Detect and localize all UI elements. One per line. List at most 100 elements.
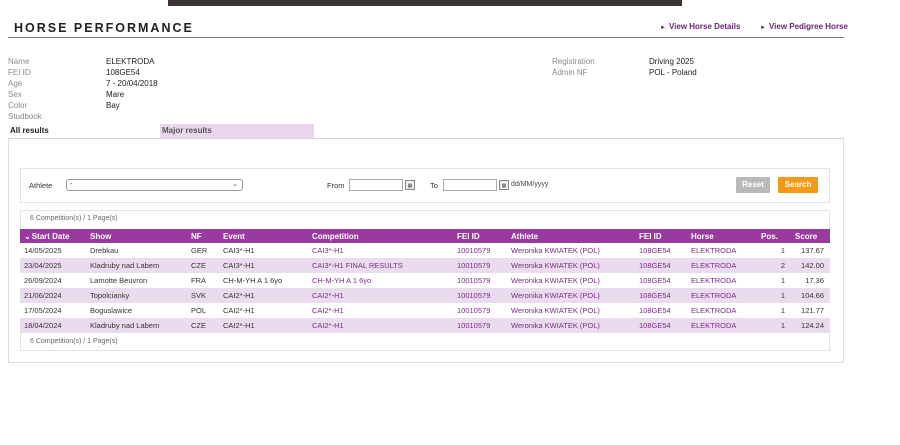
table-cell: SVK xyxy=(187,288,219,303)
table-cell[interactable]: CAI3*-H1 FINAL RESULTS xyxy=(308,258,453,273)
table-cell[interactable]: Weronika KWIATEK (POL) xyxy=(507,303,635,318)
horse-info-labels: Name FEI ID Age Sex Color Studbook xyxy=(8,57,42,121)
table-cell: CAI2*-H1 xyxy=(219,318,308,333)
table-cell[interactable]: Weronika KWIATEK (POL) xyxy=(507,258,635,273)
title-divider xyxy=(8,37,844,38)
table-row: 14/05/2025 Drebkau GER CAI3*-H1 CAI3*-H1 1001… xyxy=(20,243,830,258)
table-cell[interactable]: 10010579 xyxy=(453,318,507,333)
table-cell: 1 xyxy=(757,243,791,258)
results-count-bottom: 6 Competition(s) / 1 Page(s) xyxy=(30,338,118,345)
table-cell[interactable]: CAI2*-H1 xyxy=(308,318,453,333)
table-cell[interactable]: 10010579 xyxy=(453,258,507,273)
table-cell: 1 xyxy=(757,303,791,318)
table-cell[interactable]: 108GE54 xyxy=(635,288,687,303)
column-header: Horse xyxy=(687,229,757,243)
table-cell: 2 xyxy=(757,258,791,273)
column-header: Event xyxy=(219,229,308,243)
column-header: FEI ID xyxy=(635,229,687,243)
athlete-label: Athlete xyxy=(29,181,53,190)
athlete-select[interactable]: - ⌄ xyxy=(66,179,243,191)
results-table: ⌄Start Date Show NF Event Competition FEI ID A… xyxy=(20,229,830,333)
table-cell[interactable]: 108GE54 xyxy=(635,258,687,273)
tab-major-results[interactable]: Major results xyxy=(160,124,314,138)
table-cell: 17/05/2024 xyxy=(20,303,86,318)
table-cell: GER xyxy=(187,243,219,258)
table-cell: 142.00 xyxy=(791,258,830,273)
calendar-icon[interactable]: ▦ xyxy=(499,180,509,190)
table-cell: 121.77 xyxy=(791,303,830,318)
table-cell: CAI3*-H1 xyxy=(219,258,308,273)
table-cell[interactable]: 10010579 xyxy=(453,243,507,258)
table-cell[interactable]: 10010579 xyxy=(453,303,507,318)
horse-info-values: ELEKTRODA 108GE54 7 - 20/04/2018 Mare Ba… xyxy=(106,56,158,122)
tab-all-results[interactable]: All results xyxy=(8,124,158,138)
arrow-right-icon: ► xyxy=(660,25,666,31)
arrow-right-icon: ► xyxy=(760,25,766,31)
calendar-icon[interactable]: ▦ xyxy=(405,180,415,190)
table-cell: 137.67 xyxy=(791,243,830,258)
table-cell: 124.24 xyxy=(791,318,830,333)
table-header-row: ⌄Start Date Show NF Event Competition FEI ID A… xyxy=(20,229,830,243)
table-cell: Kladruby nad Labem xyxy=(86,318,187,333)
table-row: 23/04/2025 Kladruby nad Labem CZE CAI3*-H1 C… xyxy=(20,258,830,273)
table-cell[interactable]: ELEKTRODA xyxy=(687,273,757,288)
table-cell[interactable]: 108GE54 xyxy=(635,243,687,258)
registration-value: Driving 2025 xyxy=(649,57,694,66)
table-cell[interactable]: Weronika KWIATEK (POL) xyxy=(507,318,635,333)
top-banner-image xyxy=(168,0,682,6)
horse-sex: Mare xyxy=(106,90,125,99)
to-label: To xyxy=(430,181,438,190)
table-cell[interactable]: CAI2*-H1 xyxy=(308,303,453,318)
view-horse-details-link[interactable]: ► View Horse Details xyxy=(660,22,740,31)
page-title: HORSE PERFORMANCE xyxy=(14,21,194,35)
table-cell: Kladruby nad Labem xyxy=(86,258,187,273)
table-cell[interactable]: 108GE54 xyxy=(635,318,687,333)
table-cell: 1 xyxy=(757,318,791,333)
table-row: 17/05/2024 Boguslawice POL CAI2*-H1 CAI2*-H1… xyxy=(20,303,830,318)
column-header: FEI ID xyxy=(453,229,507,243)
table-cell: Lamotte Beuvron xyxy=(86,273,187,288)
registration-labels: Registration Admin NF xyxy=(552,57,595,77)
table-cell: CZE xyxy=(187,318,219,333)
table-cell[interactable]: ELEKTRODA xyxy=(687,288,757,303)
table-cell: 18/04/2024 xyxy=(20,318,86,333)
to-date-input[interactable] xyxy=(443,179,497,191)
horse-color: Bay xyxy=(106,101,120,110)
column-header: Show xyxy=(86,229,187,243)
table-cell: FRA xyxy=(187,273,219,288)
table-cell[interactable]: Weronika KWIATEK (POL) xyxy=(507,243,635,258)
table-cell: CAI2*-H1 xyxy=(219,303,308,318)
table-cell[interactable]: 108GE54 xyxy=(635,273,687,288)
table-cell[interactable]: 108GE54 xyxy=(635,303,687,318)
from-date-input[interactable] xyxy=(349,179,403,191)
table-cell[interactable]: CAI3*-H1 xyxy=(308,243,453,258)
table-cell[interactable]: ELEKTRODA xyxy=(687,318,757,333)
table-cell[interactable]: Weronika KWIATEK (POL) xyxy=(507,273,635,288)
table-cell: 26/09/2024 xyxy=(20,273,86,288)
table-cell[interactable]: ELEKTRODA xyxy=(687,303,757,318)
reset-button[interactable]: Reset xyxy=(736,177,770,193)
table-row: 18/04/2024 Kladruby nad Labem CZE CAI2*-H1 C… xyxy=(20,318,830,333)
table-cell[interactable]: Weronika KWIATEK (POL) xyxy=(507,288,635,303)
table-cell: CZE xyxy=(187,258,219,273)
table-cell[interactable]: ELEKTRODA xyxy=(687,243,757,258)
table-cell[interactable]: CH-M-YH A 1 6yo xyxy=(308,273,453,288)
table-cell[interactable]: 10010579 xyxy=(453,273,507,288)
from-label: From xyxy=(327,181,345,190)
horse-fei-id: 108GE54 xyxy=(106,68,140,77)
table-body: 14/05/2025 Drebkau GER CAI3*-H1 CAI3*-H1 1001… xyxy=(20,243,830,333)
view-pedigree-horse-link[interactable]: ► View Pedigree Horse xyxy=(760,22,848,31)
table-cell: Drebkau xyxy=(86,243,187,258)
horse-age: 7 - 20/04/2018 xyxy=(106,79,158,88)
table-cell[interactable]: CAI2*-H1 xyxy=(308,288,453,303)
table-cell: CAI2*-H1 xyxy=(219,288,308,303)
table-cell[interactable]: ELEKTRODA xyxy=(687,258,757,273)
column-header[interactable]: ⌄Start Date xyxy=(20,229,86,243)
table-cell[interactable]: 10010579 xyxy=(453,288,507,303)
table-cell: 104.66 xyxy=(791,288,830,303)
search-button[interactable]: Search xyxy=(778,177,818,193)
table-cell: 21/06/2024 xyxy=(20,288,86,303)
column-header: NF xyxy=(187,229,219,243)
admin-nf-value: POL - Poland xyxy=(649,68,697,77)
table-cell: 1 xyxy=(757,288,791,303)
